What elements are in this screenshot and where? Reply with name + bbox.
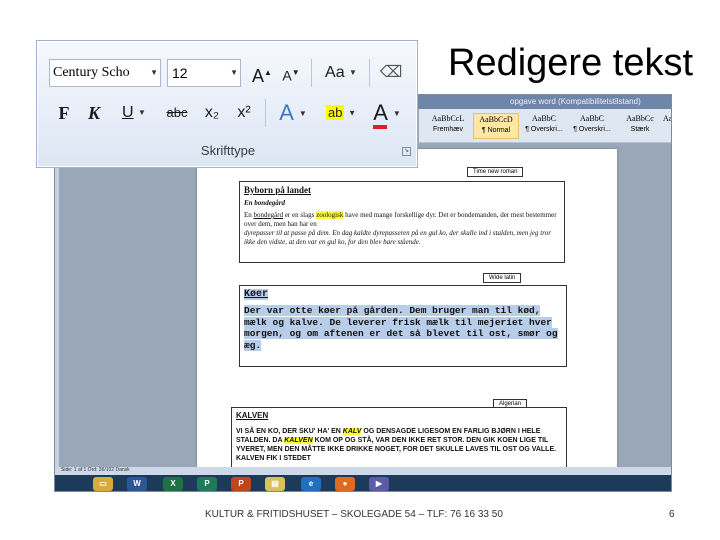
box1-paragraph: En bondegård er en slags zoologisk have … — [244, 211, 557, 228]
separator — [311, 59, 312, 87]
italic-button[interactable]: K — [83, 99, 105, 127]
textbox-times[interactable]: Byborn på landet En bondegård En bondegå… — [239, 181, 565, 263]
style-name: Fremhæv — [433, 126, 463, 133]
media-icon[interactable]: ▶ — [369, 477, 389, 491]
font-name-box[interactable]: Century Scho ▼ — [49, 59, 161, 87]
font-label-wide-latin: Wide latin — [483, 273, 522, 283]
textbox-algerian[interactable]: KALVEN VI SÅ EN KO, DER SKU' HA' EN KALV… — [231, 407, 567, 467]
clear-formatting-icon[interactable]: ⌫ — [377, 59, 405, 87]
separator — [265, 99, 266, 127]
font-size-box[interactable]: 12 ▼ — [167, 59, 241, 87]
style-tile[interactable]: AaBbCcL Fremhæv — [425, 113, 471, 139]
slide-footer: KULTUR & FRITIDSHUSET – SKOLEGADE 54 – T… — [205, 509, 503, 520]
style-sample: AaBbC — [532, 114, 556, 123]
style-sample: AaBbCcL — [431, 114, 465, 123]
style-tile[interactable]: AaBbCc — [663, 113, 672, 139]
font-name-value: Century Scho — [53, 65, 130, 80]
style-sample: AaBbCc — [663, 114, 672, 123]
box3-heading: KALVEN — [236, 411, 269, 420]
powerpoint-icon[interactable]: P — [231, 477, 251, 491]
box1-paragraph-2: dyrepasser til at passe på dem. En dag k… — [244, 229, 551, 246]
group-label: Skrifttype — [200, 143, 256, 158]
publisher-icon[interactable]: P — [197, 477, 217, 491]
font-size-value: 12 — [172, 65, 188, 81]
slide-page-number: 6 — [669, 509, 675, 520]
style-name: ¶ Overskri... — [573, 126, 611, 133]
slide-title: Redigere tekst — [448, 42, 694, 84]
font-label-times: Time new roman — [467, 167, 524, 177]
chevron-down-icon[interactable]: ▼ — [150, 60, 158, 86]
box3-paragraph: VI SÅ EN KO, DER SKU' HA' EN KALV OG DEN… — [236, 428, 557, 462]
box2-heading: Køer — [244, 289, 269, 300]
word-window-title: opgave word (Kompatibilitetstilstand) — [510, 97, 641, 106]
status-bar — [55, 467, 671, 475]
superscript-button[interactable]: x² — [231, 99, 257, 127]
subscript-button[interactable]: x₂ — [199, 99, 225, 127]
highlight-button[interactable]: ab ▼ — [317, 99, 365, 127]
highlighted-word: zoologisk — [316, 211, 344, 219]
box1-heading: Byborn på landet — [244, 185, 312, 195]
box1-subheading: En bondegård — [244, 199, 286, 207]
styles-gallery: AaBbCcL Fremhæv AaBbCcD ¶ Normal AaBbC ¶… — [419, 109, 672, 143]
folder-icon[interactable]: ▭ — [93, 477, 113, 491]
textbox-wide-latin[interactable]: Køer Der var otte køer på gården. Dem br… — [239, 285, 567, 367]
style-sample: AaBbCcD — [479, 115, 513, 124]
separator — [369, 59, 370, 87]
dialog-launcher-icon[interactable]: ↘ — [402, 147, 411, 156]
status-text: Side: 1 af 1 Ord: 36/102 Dansk — [61, 467, 130, 473]
box2-paragraph: Der var otte køer på gården. Dem bruger … — [244, 305, 558, 351]
change-case-button[interactable]: Aa ▼ — [319, 59, 363, 87]
style-tile-selected[interactable]: AaBbCcD ¶ Normal — [473, 113, 519, 139]
firefox-icon[interactable]: ● — [335, 477, 355, 491]
excel-icon[interactable]: X — [163, 477, 183, 491]
style-name: Stærk — [630, 126, 650, 133]
bold-button[interactable]: F — [53, 99, 75, 127]
style-sample: AaBbC — [580, 114, 604, 123]
strikethrough-button[interactable]: abc — [161, 99, 193, 127]
document-page[interactable]: Time new roman Byborn på landet En bonde… — [197, 149, 617, 467]
font-color-button[interactable]: A ▼ — [367, 99, 407, 129]
underline-button[interactable]: U ▼ — [117, 99, 151, 127]
style-tile[interactable]: AaBbC ¶ Overskri... — [521, 113, 567, 139]
chevron-down-icon[interactable]: ▼ — [230, 60, 238, 86]
ribbon-font-group: Century Scho ▼ 12 ▼ A▲ A▼ Aa ▼ ⌫ F K U ▼… — [36, 40, 418, 168]
taskbar — [55, 475, 671, 491]
shrink-font-button[interactable]: A▼ — [279, 59, 303, 87]
grow-font-button[interactable]: A▲ — [249, 59, 275, 87]
style-name: ¶ Overskri... — [525, 126, 563, 133]
explorer-icon[interactable]: ▤ — [265, 477, 285, 491]
style-tile[interactable]: AaBbC ¶ Overskri... — [569, 113, 615, 139]
style-sample: AaBbCc — [626, 114, 654, 123]
text-effects-button[interactable]: A ▼ — [273, 99, 313, 127]
style-name: ¶ Normal — [481, 127, 511, 134]
ie-icon[interactable]: e — [301, 477, 321, 491]
style-tile[interactable]: AaBbCc Stærk — [617, 113, 663, 139]
word-icon[interactable]: W — [127, 477, 147, 491]
